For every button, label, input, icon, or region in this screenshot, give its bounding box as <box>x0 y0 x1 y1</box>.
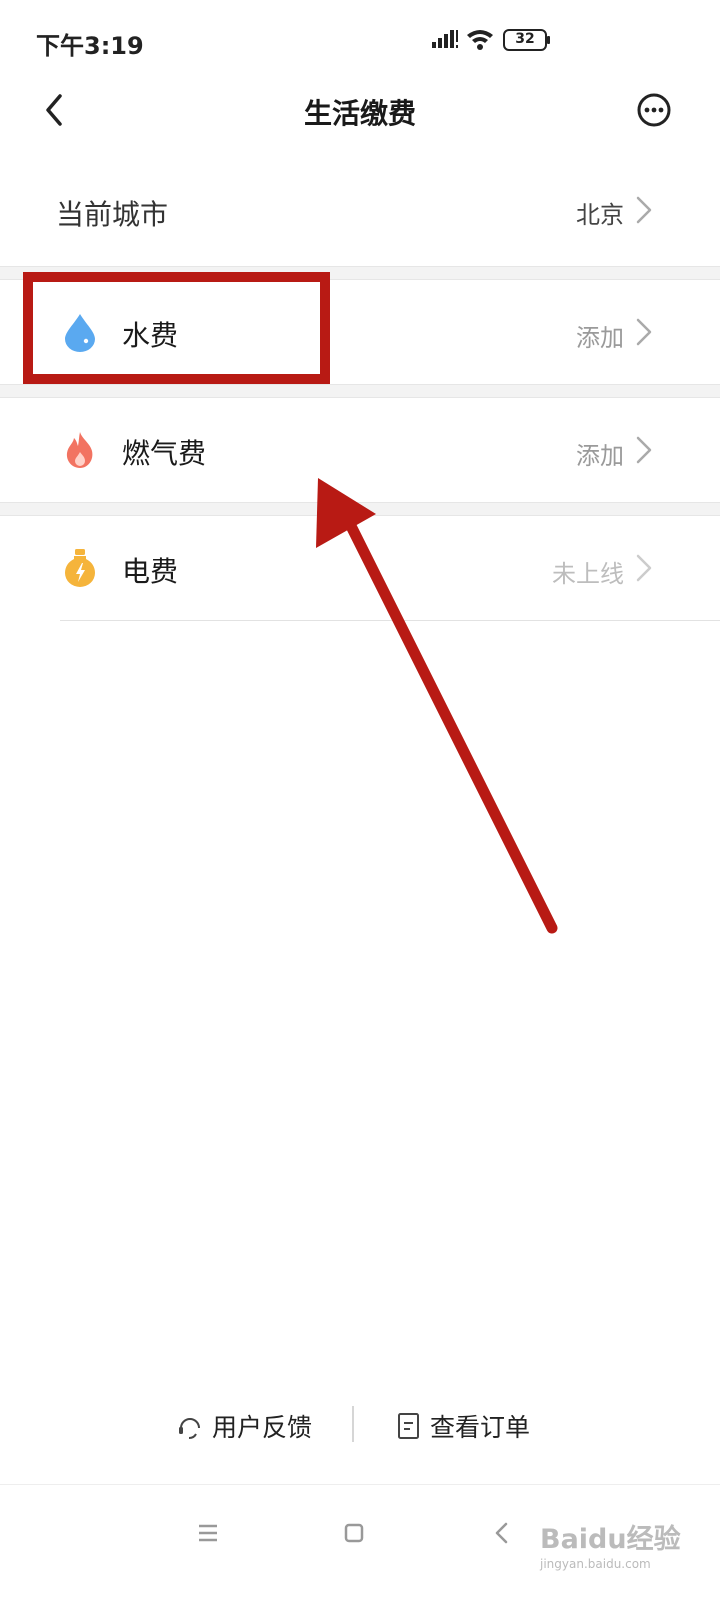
bottom-links: 用户反馈 查看订单 <box>0 1398 720 1450</box>
annotation-arrow-icon <box>316 478 558 934</box>
menu-icon[interactable] <box>188 1513 228 1553</box>
watermark-url: jingyan.baidu.com <box>540 1557 651 1571</box>
system-nav-bar: Baidu经验 jingyan.baidu.com <box>0 1484 720 1600</box>
watermark-brand: Baidu经验 <box>540 1524 681 1555</box>
headset-icon <box>179 1418 200 1439</box>
baidu-watermark: Baidu经验 jingyan.baidu.com <box>540 1493 715 1573</box>
feedback-label: 用户反馈 <box>212 1413 313 1442</box>
links-separator <box>352 1406 354 1442</box>
document-icon <box>398 1413 419 1439</box>
home-icon[interactable] <box>334 1513 374 1553</box>
back-nav-icon[interactable] <box>482 1513 522 1553</box>
view-orders-label: 查看订单 <box>430 1413 531 1442</box>
